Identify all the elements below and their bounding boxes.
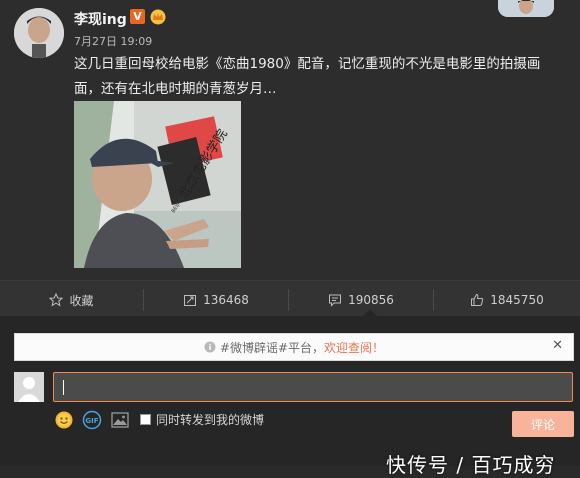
username[interactable]: 李现ing: [74, 9, 127, 29]
post-timestamp[interactable]: 7月27日 19:09: [74, 33, 152, 49]
rumor-notice: #微博辟谣#平台， 欢迎查阅！ ✕: [14, 333, 574, 361]
close-icon[interactable]: ✕: [552, 338, 563, 353]
avatar[interactable]: [14, 8, 64, 58]
image-icon[interactable]: [110, 410, 130, 430]
repost-checkbox[interactable]: [140, 414, 151, 425]
verified-badge: V: [130, 9, 145, 24]
repost-count: 136468: [203, 293, 249, 307]
favorite-button[interactable]: 收藏: [0, 281, 143, 319]
repost-icon: [184, 295, 197, 306]
star-icon: [49, 293, 64, 307]
comment-button[interactable]: 190856: [289, 281, 433, 319]
submit-comment-button[interactable]: 评论: [512, 411, 574, 437]
like-button[interactable]: 1845750: [434, 281, 580, 319]
repost-checkbox-label[interactable]: 同时转发到我的微博: [156, 411, 264, 428]
text-cursor: [63, 380, 64, 395]
like-count: 1845750: [490, 293, 544, 307]
post-text: 这几日重回母校给电影《恋曲1980》配音，记忆重现的不光是电影里的拍摄画面，还有…: [74, 56, 541, 97]
favorite-label: 收藏: [69, 293, 94, 308]
gif-icon[interactable]: GIF: [82, 410, 102, 430]
repost-button[interactable]: 136468: [144, 281, 288, 319]
thumbs-up-icon: [471, 293, 484, 306]
svg-text:GIF: GIF: [85, 417, 98, 425]
watermark: 快传号 / 百巧成穷: [386, 453, 556, 477]
comment-caret: [363, 309, 377, 316]
commenter-avatar: [14, 372, 44, 402]
crown-icon: [150, 9, 166, 25]
notice-link[interactable]: 欢迎查阅！: [324, 339, 384, 356]
notice-text: #微博辟谣#平台，: [219, 340, 325, 355]
comment-count: 190856: [348, 293, 394, 307]
info-icon: [204, 341, 216, 353]
action-bar: 收藏 136468 190856 1845750: [0, 280, 580, 318]
comment-input[interactable]: [53, 372, 573, 402]
emoji-icon[interactable]: [54, 410, 74, 430]
weibo-post: 李现ing V 7月27日 19:09 这几日重回母校给电影《恋曲1980》配音…: [0, 0, 580, 280]
comment-icon: [329, 294, 342, 307]
current-user-avatar[interactable]: [498, 0, 554, 17]
post-photo[interactable]: 北京电影学院 BEIJING FILM ACADEMY: [74, 101, 241, 268]
